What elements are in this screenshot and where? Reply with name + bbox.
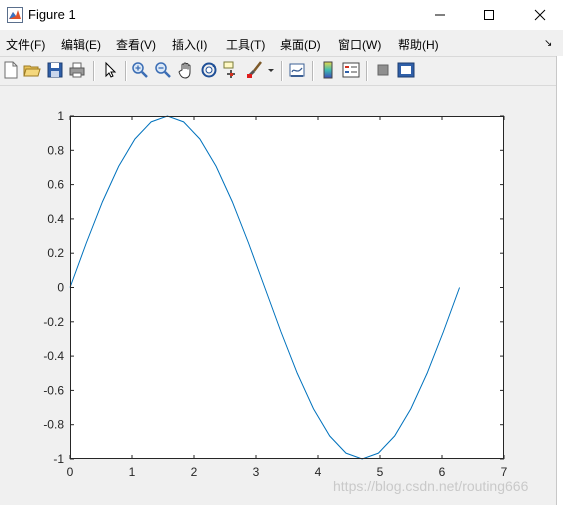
x-tick-label: 7 [501, 465, 508, 479]
menu-tools[interactable]: 工具(T) [226, 36, 265, 53]
toolbar-separator [281, 61, 283, 81]
x-tick-label: 1 [129, 465, 136, 479]
x-tick-label: 4 [315, 465, 322, 479]
background-window-edge [556, 56, 563, 505]
zoom-in-icon[interactable] [131, 61, 149, 79]
brush-icon[interactable] [246, 61, 264, 79]
plot-axes[interactable]: 0 1 2 3 4 5 6 7 -1 -0.8 -0.6 -0.4 -0.2 0 0.2 0.4 0.6 0.8 1 [0, 86, 556, 505]
menu-desktop[interactable]: 桌面(D) [280, 36, 321, 53]
figure-canvas: 0 1 2 3 4 5 6 7 -1 -0.8 -0.6 -0.4 -0.2 0 0.2 0.4 0.6 0.8 1 [0, 86, 556, 505]
menu-window[interactable]: 窗口(W) [338, 36, 381, 53]
y-tick-label: 0.2 [47, 246, 64, 260]
menu-insert[interactable]: 插入(I) [172, 36, 207, 53]
y-tick-label: 0.4 [47, 212, 64, 226]
menu-help[interactable]: 帮助(H) [398, 36, 439, 53]
menu-edit[interactable]: 编辑(E) [61, 36, 101, 53]
x-tick-label: 0 [67, 465, 74, 479]
y-tick-label: 0 [57, 281, 64, 295]
y-tick-label: -0.8 [43, 418, 64, 432]
close-button[interactable] [517, 0, 563, 30]
insert-legend-icon[interactable] [342, 61, 360, 79]
y-tick-label: 0.6 [47, 178, 64, 192]
toolbar-separator [125, 61, 127, 81]
toolbar-separator [93, 61, 95, 81]
print-icon[interactable] [68, 61, 86, 79]
watermark-text: https://blog.csdn.net/routing666 [333, 478, 529, 494]
zoom-out-icon[interactable] [154, 61, 172, 79]
window-title: Figure 1 [28, 7, 76, 22]
y-tick-label: -0.4 [43, 349, 64, 363]
hide-plot-tools-icon[interactable] [374, 61, 392, 79]
close-icon [534, 9, 546, 21]
minimize-button[interactable] [417, 0, 463, 30]
menu-view[interactable]: 查看(V) [116, 36, 156, 53]
toolbar-separator [366, 61, 368, 81]
insert-colorbar-icon[interactable] [319, 61, 337, 79]
x-tick-label: 5 [377, 465, 384, 479]
menu-bar: 文件(F) 编辑(E) 查看(V) 插入(I) 工具(T) 桌面(D) 窗口(W… [0, 30, 563, 56]
pan-hand-icon[interactable] [177, 61, 195, 79]
axes-background [70, 116, 504, 459]
y-tick-label: 1 [57, 109, 64, 123]
y-tick-label: -1 [53, 452, 64, 466]
open-file-icon[interactable] [23, 61, 41, 79]
figure-toolbar [0, 56, 556, 86]
x-tick-label: 2 [191, 465, 198, 479]
y-tick-label: 0.8 [47, 143, 64, 157]
y-tick-label: -0.2 [43, 315, 64, 329]
save-icon[interactable] [46, 61, 64, 79]
maximize-icon [484, 10, 494, 20]
show-plot-tools-icon[interactable] [397, 61, 415, 79]
maximize-button[interactable] [466, 0, 512, 30]
data-cursor-icon[interactable] [223, 61, 241, 79]
y-tick-label: -0.6 [43, 383, 64, 397]
brush-dropdown-icon[interactable] [266, 61, 276, 79]
title-bar: Figure 1 [0, 0, 563, 30]
matlab-app-icon [7, 7, 23, 23]
minimize-icon [435, 14, 445, 16]
menu-file[interactable]: 文件(F) [6, 36, 45, 53]
toolbar-separator [312, 61, 314, 81]
x-tick-label: 6 [439, 465, 446, 479]
rotate-3d-icon[interactable] [200, 61, 218, 79]
menubar-dock-arrow-icon[interactable]: ↘ [544, 38, 552, 49]
new-figure-icon[interactable] [2, 61, 20, 79]
x-tick-label: 3 [253, 465, 260, 479]
link-plot-icon[interactable] [288, 61, 306, 79]
edit-plot-arrow-icon[interactable] [101, 61, 119, 79]
